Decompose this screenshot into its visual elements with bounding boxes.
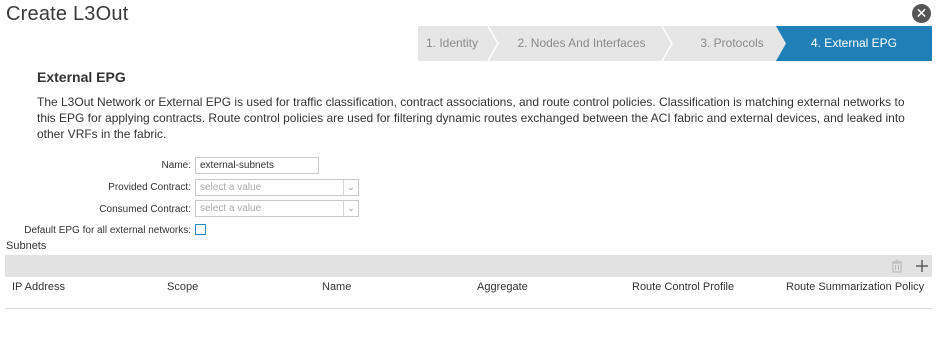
provided-contract-placeholder: select a value xyxy=(200,182,262,193)
consumed-contract-select[interactable]: select a value ⌄ xyxy=(195,200,359,217)
subnets-toolbar xyxy=(5,255,932,277)
default-epg-checkbox[interactable] xyxy=(195,224,206,235)
column-header-scope[interactable]: Scope xyxy=(167,281,198,293)
wizard-step-protocols[interactable]: 3. Protocols xyxy=(674,26,790,61)
section-heading: External EPG xyxy=(37,69,126,85)
step-separator xyxy=(487,26,499,61)
wizard-step-identity[interactable]: 1. Identity xyxy=(418,26,486,61)
column-header-route-summarization-policy[interactable]: Route Summarization Policy xyxy=(786,281,926,293)
table-header-divider xyxy=(5,308,932,309)
name-label: Name: xyxy=(161,160,191,171)
column-header-route-control-profile[interactable]: Route Control Profile xyxy=(632,281,734,293)
column-header-name[interactable]: Name xyxy=(322,281,351,293)
consumed-contract-placeholder: select a value xyxy=(200,203,262,214)
default-epg-label: Default EPG for all external networks: xyxy=(24,225,191,236)
provided-contract-select[interactable]: select a value ⌄ xyxy=(195,179,359,196)
chevron-down-icon: ⌄ xyxy=(343,180,358,195)
wizard-step-external-epg[interactable]: 4. External EPG xyxy=(776,26,932,61)
step-separator xyxy=(661,26,673,61)
close-button[interactable]: ✕ xyxy=(912,4,931,23)
chevron-down-icon: ⌄ xyxy=(343,201,358,216)
section-description: The L3Out Network or External EPG is use… xyxy=(37,95,905,141)
name-field[interactable]: external-subnets xyxy=(195,157,319,174)
close-icon: ✕ xyxy=(915,5,928,21)
consumed-contract-label: Consumed Contract: xyxy=(99,204,191,215)
subnets-label: Subnets xyxy=(6,240,47,252)
plus-icon[interactable] xyxy=(913,257,931,275)
dialog-title: Create L3Out xyxy=(6,3,129,25)
column-header-ip-address[interactable]: IP Address xyxy=(12,281,65,293)
trash-icon[interactable] xyxy=(888,257,906,275)
provided-contract-label: Provided Contract: xyxy=(108,182,191,193)
wizard-steps: 1. Identity 2. Nodes And Interfaces 3. P… xyxy=(418,26,932,61)
wizard-step-nodes-and-interfaces[interactable]: 2. Nodes And Interfaces xyxy=(500,26,663,61)
column-header-aggregate[interactable]: Aggregate xyxy=(477,281,528,293)
